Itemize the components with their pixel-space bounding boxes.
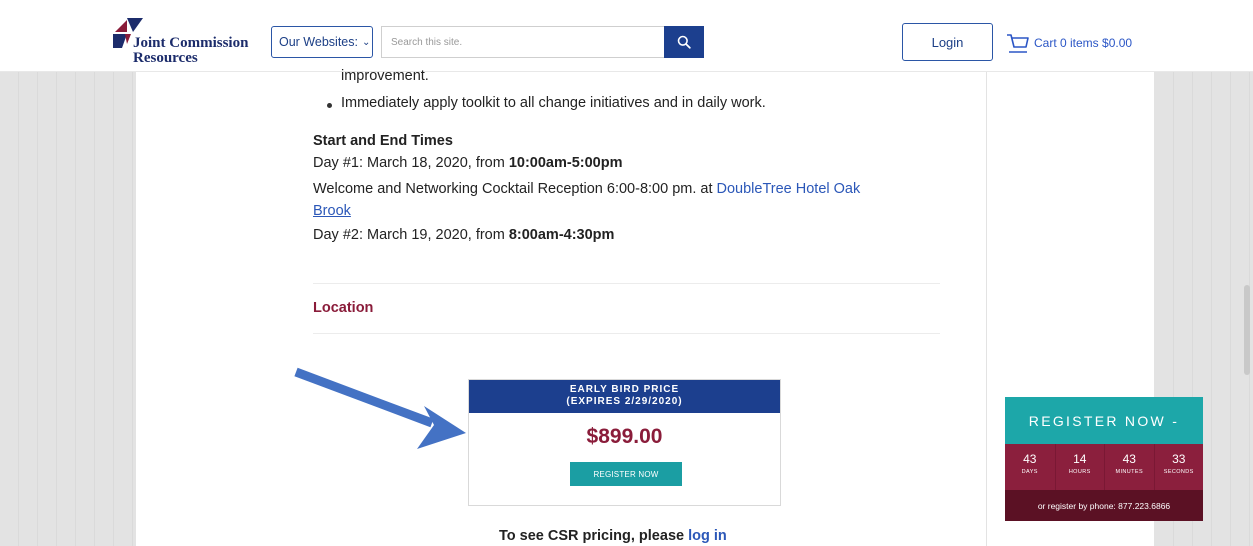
divider-top <box>313 283 940 284</box>
cart-summary: Cart 0 items $0.00 <box>1034 36 1133 50</box>
left-column <box>135 72 266 546</box>
day2-prefix: Day #2: March 19, 2020, from <box>313 227 509 243</box>
chevron-down-icon: ⌄ <box>361 36 371 48</box>
countdown-days-value: 43 <box>1023 452 1037 466</box>
logo-text-line2: Resources <box>133 50 198 66</box>
search-input[interactable]: Search this site. <box>381 26 664 58</box>
search-button[interactable] <box>664 26 704 58</box>
csr-text: To see CSR pricing, please <box>499 528 689 544</box>
register-now-banner[interactable]: REGISTER NOW - <box>1005 397 1203 444</box>
countdown-minutes-label: MINUTES <box>1115 469 1144 475</box>
countdown-days-label: DAYS <box>1021 469 1038 475</box>
day1-line: Day #1: March 18, 2020, from 10:00am-5:0… <box>313 155 623 171</box>
our-websites-label: Our Websites: <box>279 35 358 49</box>
bullet-dot <box>327 103 332 108</box>
register-now-button[interactable]: REGISTER NOW <box>570 462 682 486</box>
price-box-header: EARLY BIRD PRICE (EXPIRES 2/29/2020) <box>469 380 780 413</box>
search-placeholder: Search this site. <box>391 36 463 48</box>
our-websites-dropdown[interactable]: Our Websites: ⌄ <box>271 26 373 58</box>
countdown-hours: 14 HOURS <box>1054 444 1105 490</box>
divider-bottom <box>313 333 940 334</box>
logo[interactable]: Joint Commission Resources <box>113 18 273 66</box>
cart-link[interactable]: Cart 0 items $0.00 <box>1006 30 1132 56</box>
day1-time: 10:00am-5:00pm <box>508 155 623 171</box>
countdown-timer: 43 DAYS 14 HOURS 43 MINUTES 33 SECONDS <box>1005 444 1203 490</box>
countdown-seconds-value: 33 <box>1172 452 1186 466</box>
register-widget: REGISTER NOW - 43 DAYS 14 HOURS 43 MINUT… <box>1005 397 1203 521</box>
hotel-link-continued[interactable]: Brook <box>313 203 351 219</box>
day2-time: 8:00am-4:30pm <box>508 227 615 243</box>
countdown-seconds-label: SECONDS <box>1163 469 1194 475</box>
scrollbar-thumb[interactable] <box>1244 285 1250 375</box>
location-heading[interactable]: Location <box>313 300 373 316</box>
search-icon <box>677 35 691 49</box>
hotel-link[interactable]: DoubleTree Hotel Oak <box>717 181 861 197</box>
improvement-text: improvement. <box>341 68 429 84</box>
reception-line: Welcome and Networking Cocktail Receptio… <box>313 181 860 197</box>
countdown-days: 43 DAYS <box>1005 444 1055 490</box>
price-amount: $899.00 <box>586 425 663 448</box>
hotel-link-line2: Brook <box>313 203 351 219</box>
csr-pricing-note: To see CSR pricing, please log in <box>499 528 727 544</box>
early-bird-price-box: EARLY BIRD PRICE (EXPIRES 2/29/2020) $89… <box>468 379 781 506</box>
register-by-phone: or register by phone: 877.223.6866 <box>1005 490 1203 521</box>
price-box-expiry: (EXPIRES 2/29/2020) <box>566 396 683 407</box>
reception-text: Welcome and Networking Cocktail Receptio… <box>313 181 717 197</box>
background-left <box>0 72 135 546</box>
countdown-hours-label: HOURS <box>1068 469 1091 475</box>
day2-line: Day #2: March 19, 2020, from 8:00am-4:30… <box>313 227 614 243</box>
bullet-text: Immediately apply toolkit to all change … <box>341 95 766 111</box>
countdown-hours-value: 14 <box>1073 452 1087 466</box>
countdown-minutes-value: 43 <box>1122 452 1136 466</box>
site-header: Joint Commission Resources Our Websites:… <box>0 0 1253 72</box>
times-heading: Start and End Times <box>313 133 453 149</box>
login-button[interactable]: Login <box>902 23 993 61</box>
price-box-title: EARLY BIRD PRICE <box>569 384 680 395</box>
countdown-minutes: 43 MINUTES <box>1104 444 1154 490</box>
log-in-link[interactable]: log in <box>688 528 727 544</box>
cart-icon <box>1007 34 1029 53</box>
day1-prefix: Day #1: March 18, 2020, from <box>313 155 509 171</box>
countdown-seconds: 33 SECONDS <box>1153 444 1204 490</box>
